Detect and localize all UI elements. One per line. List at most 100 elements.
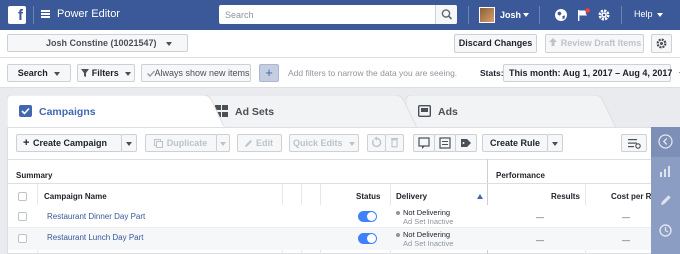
flag-icon[interactable] — [576, 8, 590, 22]
quick-edits-button[interactable]: Quick Edits — [289, 134, 359, 152]
discard-changes-button[interactable]: Discard Changes — [454, 34, 537, 53]
cost-per-result-value: — — [622, 213, 630, 222]
help-menu[interactable]: Help — [634, 9, 653, 19]
divider — [33, 6, 34, 24]
create-campaign-button[interactable]: + Create Campaign — [16, 134, 122, 152]
divider — [621, 6, 622, 24]
create-campaign-dropdown[interactable] — [121, 134, 137, 152]
search-box — [219, 5, 457, 24]
chevron-down-icon — [126, 141, 132, 146]
search-filter-button[interactable]: Search — [7, 64, 71, 82]
undo-button[interactable] — [367, 134, 386, 152]
review-label: Review Draft Items — [560, 38, 642, 48]
add-filter-button[interactable]: + — [259, 64, 279, 82]
chevron-down-icon — [220, 141, 226, 146]
results-value: — — [536, 213, 544, 222]
globe-icon[interactable] — [554, 8, 568, 22]
level-tabs: Ads Ad Sets Campaigns — [0, 88, 680, 129]
tab-campaigns[interactable]: Campaigns — [7, 95, 225, 129]
edit-button[interactable]: Edit — [237, 134, 282, 152]
campaign-name-link[interactable]: Restaurant Dinner Day Part — [47, 212, 145, 221]
tab-ad-sets[interactable]: Ad Sets — [203, 95, 423, 128]
delivery-substatus: Ad Set Inactive — [403, 217, 454, 226]
columns-settings-button[interactable] — [621, 134, 647, 152]
create-campaign-label: Create Campaign — [33, 138, 108, 148]
delivery-substatus: Ad Set Inactive — [403, 239, 454, 248]
quick-edits-label: Quick Edits — [292, 138, 343, 148]
bar-chart-icon[interactable] — [658, 164, 673, 179]
tab-campaigns-label: Campaigns — [39, 106, 96, 118]
panel-toggle[interactable] — [651, 127, 680, 157]
column-header-status[interactable]: Status — [356, 192, 380, 201]
filters-button[interactable]: Filters — [77, 64, 135, 82]
create-rule-button[interactable]: Create Rule — [482, 134, 548, 152]
chevron-down-icon — [54, 71, 61, 76]
facebook-logo-icon[interactable]: f — [8, 6, 26, 24]
preview-icon — [418, 137, 430, 149]
status-toggle[interactable] — [358, 211, 377, 222]
search-filter-label: Search — [17, 68, 48, 78]
status-toggle[interactable] — [358, 233, 377, 244]
sort-ascending-icon[interactable] — [477, 194, 483, 199]
performance-group-header: Performance — [496, 171, 545, 180]
delivery-status-dot — [396, 211, 400, 215]
column-header-cost-per-result[interactable]: Cost per Re — [611, 192, 656, 201]
always-show-new-items-toggle[interactable]: Always show new items — [141, 64, 251, 82]
table-row[interactable]: Restaurant Lunch Day Part Not Delivering… — [8, 228, 652, 250]
clock-icon[interactable] — [658, 223, 673, 238]
app-title[interactable]: Power Editor — [57, 8, 120, 20]
divider — [8, 183, 652, 184]
pencil-icon[interactable] — [658, 193, 673, 208]
divider — [8, 159, 652, 160]
tab-ads-label: Ads — [438, 106, 458, 118]
search-button[interactable] — [435, 5, 457, 24]
results-value: — — [536, 236, 544, 245]
search-input[interactable] — [219, 5, 434, 24]
tab-ad-sets-label: Ad Sets — [235, 106, 275, 118]
campaign-check-icon — [19, 105, 32, 117]
upload-icon — [548, 38, 557, 46]
select-all-checkbox[interactable] — [18, 192, 27, 201]
duplicate-label: Duplicate — [166, 138, 208, 148]
settings-button[interactable] — [651, 34, 672, 53]
tab-ads[interactable]: Ads — [406, 95, 616, 128]
gear-icon[interactable] — [597, 8, 611, 22]
columns-icon — [628, 139, 641, 149]
duplicate-button[interactable]: Duplicate — [145, 134, 217, 152]
reports-button[interactable] — [434, 134, 456, 152]
pencil-icon — [245, 140, 252, 147]
chevron-down-icon — [552, 141, 558, 146]
edit-label: Edit — [256, 138, 273, 148]
table-row[interactable]: Restaurant Dinner Day Part Not Deliverin… — [8, 205, 652, 227]
chevron-down-icon — [349, 141, 356, 146]
duplicate-dropdown[interactable] — [216, 134, 230, 152]
duplicate-icon — [154, 139, 163, 148]
ad-preview-button[interactable] — [413, 134, 435, 152]
date-range-selector[interactable]: This month: Aug 1, 2017 – Aug 4, 2017 — [503, 64, 680, 82]
column-header-campaign-name[interactable]: Campaign Name — [44, 192, 107, 201]
tag-button[interactable] — [455, 134, 477, 152]
menu-icon[interactable] — [41, 10, 50, 18]
delete-button[interactable] — [385, 134, 404, 152]
user-name: Josh — [500, 10, 522, 20]
chevron-down-icon — [523, 13, 529, 17]
divider — [468, 6, 469, 24]
row-checkbox[interactable] — [18, 212, 27, 221]
chevron-left-icon — [658, 134, 673, 149]
column-header-delivery[interactable]: Delivery — [396, 192, 427, 201]
right-side-panel — [651, 127, 680, 254]
delivery-status: Not Delivering — [403, 208, 451, 217]
filters-label: Filters — [91, 68, 119, 78]
summary-group-header: Summary — [16, 171, 53, 180]
campaign-name-link[interactable]: Restaurant Lunch Day Part — [47, 233, 144, 242]
chevron-down-icon[interactable] — [657, 13, 663, 17]
chevron-down-icon — [125, 71, 132, 76]
campaigns-panel: + Create Campaign Duplicate Edit Quick E… — [7, 127, 656, 254]
column-header-results[interactable]: Results — [551, 192, 580, 201]
account-selector[interactable]: Josh Constine (10021547) — [7, 34, 188, 52]
report-icon — [439, 137, 451, 149]
row-checkbox[interactable] — [18, 234, 27, 243]
delivery-status: Not Delivering — [403, 230, 451, 239]
create-rule-dropdown[interactable] — [547, 134, 563, 152]
review-draft-items-button[interactable]: Review Draft Items — [545, 34, 644, 53]
